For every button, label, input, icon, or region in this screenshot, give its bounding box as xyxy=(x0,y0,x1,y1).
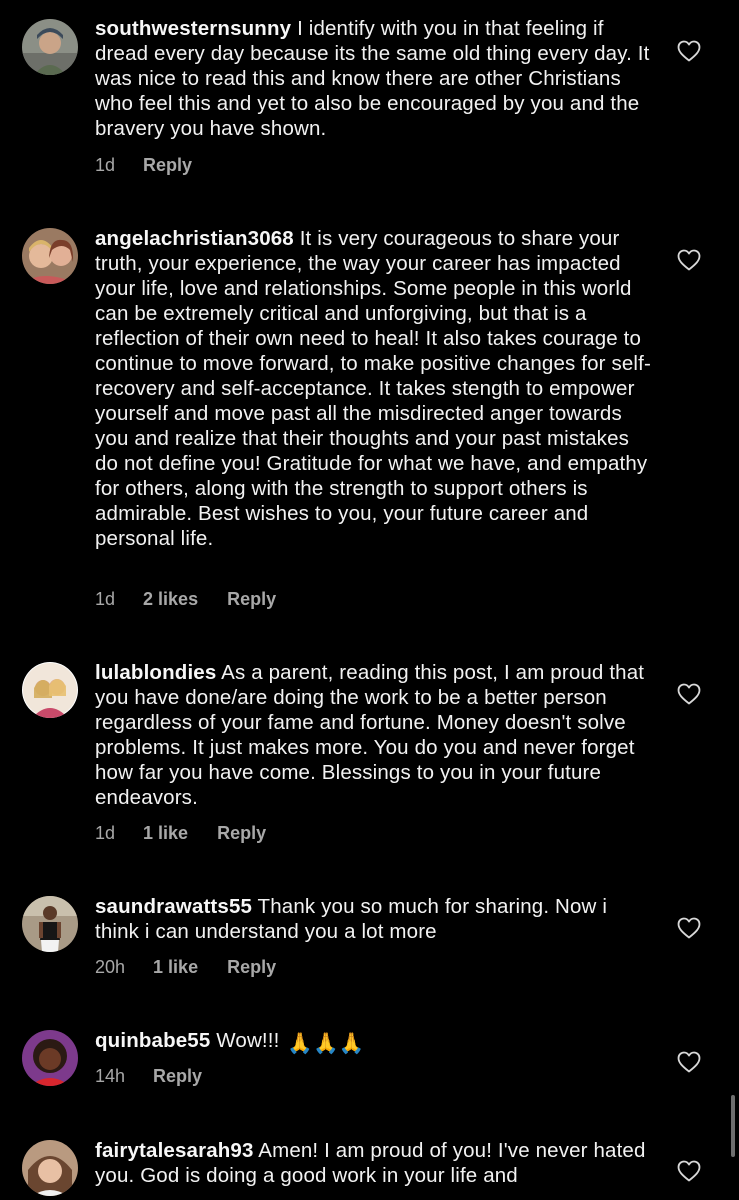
comment-text: angelachristian3068 It is very courageou… xyxy=(95,226,655,551)
comment-text: quinbabe55 Wow!!! 🙏🙏🙏 xyxy=(95,1028,655,1056)
comment-username[interactable]: southwesternsunny xyxy=(95,17,291,40)
comment-username[interactable]: lulablondies xyxy=(95,661,216,684)
comment-time: 14h xyxy=(95,1066,126,1086)
comment-meta: 1d Reply xyxy=(95,155,192,176)
comment-time: 1d xyxy=(95,589,116,609)
heart-outline-icon[interactable] xyxy=(677,1160,701,1182)
reply-button[interactable]: Reply xyxy=(153,1066,202,1087)
comment-body: Wow!!! xyxy=(216,1029,280,1052)
comment-time: 20h xyxy=(95,957,126,977)
avatar[interactable] xyxy=(22,19,78,75)
comment-meta: 14h Reply xyxy=(95,1066,202,1087)
comment-username[interactable]: quinbabe55 xyxy=(95,1029,210,1052)
avatar[interactable] xyxy=(22,228,78,284)
likes-count[interactable]: 2 likes xyxy=(143,589,198,610)
reply-button[interactable]: Reply xyxy=(227,589,276,610)
avatar[interactable] xyxy=(22,896,78,952)
comment-body: It is very courageous to share your trut… xyxy=(95,227,651,550)
comment-username[interactable]: fairytalesarah93 xyxy=(95,1139,254,1162)
reply-button[interactable]: Reply xyxy=(227,957,276,978)
avatar[interactable] xyxy=(22,662,78,718)
comment-meta: 20h 1 like Reply xyxy=(95,957,276,978)
comment-time: 1d xyxy=(95,155,116,175)
likes-count[interactable]: 1 like xyxy=(153,957,198,978)
heart-outline-icon[interactable] xyxy=(677,249,701,271)
comment-text: lulablondies As a parent, reading this p… xyxy=(95,660,655,810)
reply-button[interactable]: Reply xyxy=(143,155,192,176)
reply-button[interactable]: Reply xyxy=(217,823,266,844)
comment-text: southwesternsunny I identify with you in… xyxy=(95,16,655,141)
heart-outline-icon[interactable] xyxy=(677,683,701,705)
scrollbar-thumb[interactable] xyxy=(731,1095,735,1157)
comment-meta: 1d 1 like Reply xyxy=(95,823,266,844)
heart-outline-icon[interactable] xyxy=(677,1051,701,1073)
comment-text: saundrawatts55 Thank you so much for sha… xyxy=(95,894,655,944)
comment-username[interactable]: saundrawatts55 xyxy=(95,895,252,918)
comment-meta: 1d 2 likes Reply xyxy=(95,589,276,610)
comment-username[interactable]: angelachristian3068 xyxy=(95,227,294,250)
comment-time: 1d xyxy=(95,823,116,843)
heart-outline-icon[interactable] xyxy=(677,917,701,939)
comment-text: fairytalesarah93 Amen! I am proud of you… xyxy=(95,1138,655,1188)
avatar[interactable] xyxy=(22,1030,78,1086)
likes-count[interactable]: 1 like xyxy=(143,823,188,844)
heart-outline-icon[interactable] xyxy=(677,40,701,62)
avatar[interactable] xyxy=(22,1140,78,1196)
praying-hands-emoji: 🙏🙏🙏 xyxy=(287,1032,365,1055)
